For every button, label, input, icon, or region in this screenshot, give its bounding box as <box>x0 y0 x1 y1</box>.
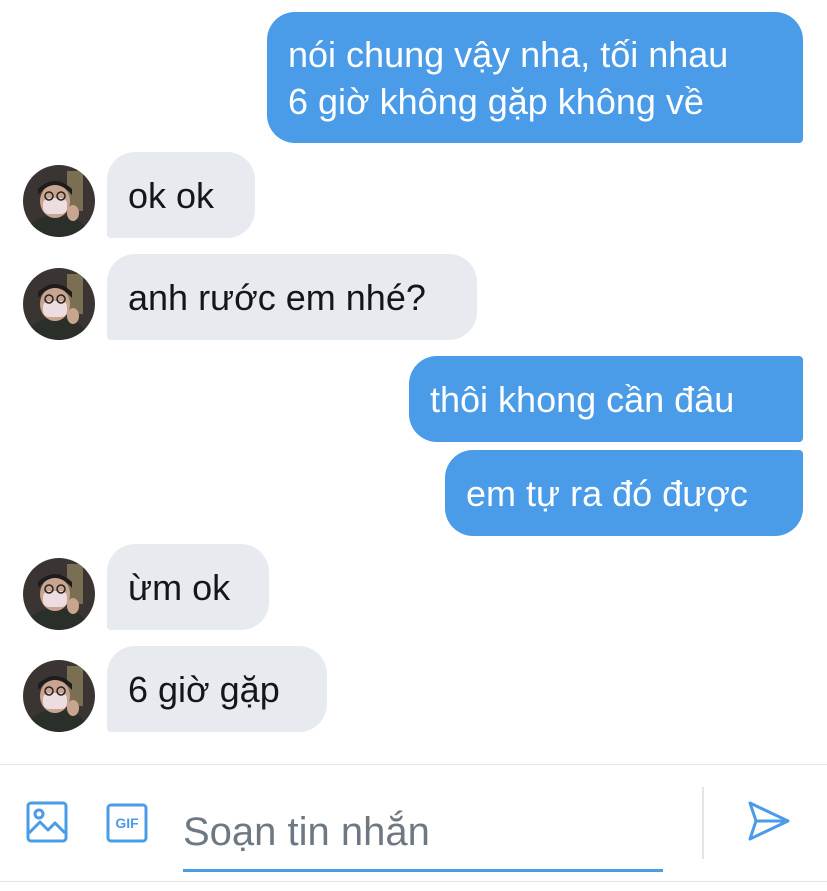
contact-avatar[interactable] <box>23 660 95 732</box>
message-text: ừm ok <box>128 567 231 608</box>
send-button[interactable] <box>746 799 796 847</box>
message-text: em tự ra đó được <box>466 473 748 514</box>
incoming-message[interactable]: ok ok <box>107 152 255 238</box>
message-input-field[interactable] <box>183 795 663 872</box>
message-text: 6 giờ gặp <box>128 669 280 710</box>
add-gif-button[interactable]: GIF <box>106 803 150 847</box>
message-line: nói chung vậy nha, tối nhau <box>288 34 729 75</box>
composer-divider <box>702 787 704 859</box>
message-composer: GIF <box>0 764 827 891</box>
message-text: anh rước em nhé? <box>128 277 426 318</box>
incoming-message[interactable]: 6 giờ gặp <box>107 646 327 732</box>
bottom-divider <box>0 881 827 882</box>
contact-avatar[interactable] <box>23 558 95 630</box>
contact-avatar[interactable] <box>23 268 95 340</box>
gif-label: GIF <box>115 815 139 831</box>
contact-avatar[interactable] <box>23 165 95 237</box>
message-input[interactable] <box>183 795 663 869</box>
message-text: thôi khong cần đâu <box>430 379 735 420</box>
outgoing-message[interactable]: thôi khong cần đâu <box>409 356 803 442</box>
add-photo-button[interactable] <box>26 801 70 845</box>
incoming-message[interactable]: anh rước em nhé? <box>107 254 477 340</box>
incoming-message[interactable]: ừm ok <box>107 544 269 630</box>
image-icon <box>26 801 68 843</box>
outgoing-message[interactable]: nói chung vậy nha, tối nhau 6 giờ không … <box>267 12 803 143</box>
conversation-view: nói chung vậy nha, tối nhau 6 giờ không … <box>0 0 827 764</box>
message-text: ok ok <box>128 175 215 216</box>
send-icon <box>748 801 790 841</box>
outgoing-message[interactable]: em tự ra đó được <box>445 450 803 536</box>
message-line: 6 giờ không gặp không về <box>288 81 704 122</box>
